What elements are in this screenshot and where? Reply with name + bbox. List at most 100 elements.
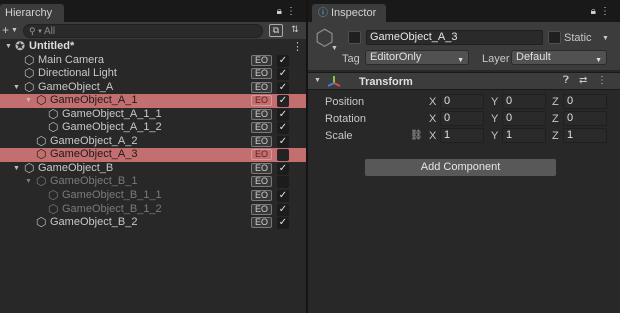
- hierarchy-row-label: GameObject_A: [38, 80, 114, 93]
- object-name-field[interactable]: GameObject_A_3: [366, 30, 543, 45]
- add-component-button[interactable]: Add Component: [364, 158, 557, 177]
- active-toggle-checkbox[interactable]: ✓: [277, 135, 289, 148]
- active-toggle-checkbox[interactable]: ✓: [277, 95, 289, 108]
- editor-only-badge[interactable]: EO: [251, 54, 272, 66]
- active-toggle-checkbox[interactable]: ✓: [277, 190, 289, 202]
- position-y-field[interactable]: 0: [502, 94, 546, 109]
- cube-icon: ⬡: [48, 188, 59, 202]
- rotation-x-field[interactable]: 0: [440, 111, 484, 126]
- kebab-menu-icon[interactable]: ⋮: [292, 40, 303, 53]
- editor-only-badge[interactable]: EO: [251, 135, 272, 147]
- tag-dropdown[interactable]: EditorOnly ▼: [365, 50, 469, 65]
- hierarchy-row[interactable]: ⬡ Main Camera EO ✓: [0, 53, 306, 68]
- active-toggle-checkbox[interactable]: ✓: [277, 162, 289, 175]
- editor-only-badge[interactable]: EO: [251, 122, 272, 134]
- chevron-down-icon[interactable]: ▼: [314, 77, 321, 84]
- chevron-down-icon[interactable]: ▼: [13, 165, 20, 172]
- hierarchy-row-label: GameObject_A_1_2: [62, 121, 162, 134]
- search-input[interactable]: [44, 25, 254, 37]
- active-toggle-checkbox[interactable]: ✓: [277, 81, 289, 94]
- hierarchy-row-label: Main Camera: [38, 53, 105, 66]
- static-checkbox[interactable]: [548, 31, 561, 44]
- hierarchy-row[interactable]: ⬡ GameObject_B_1_2 EO ✓: [0, 201, 306, 217]
- hierarchy-row[interactable]: ⬡ GameObject_B_1_1 EO ✓: [0, 189, 306, 203]
- active-toggle-checkbox[interactable]: [277, 176, 289, 189]
- active-toggle-checkbox[interactable]: ✓: [277, 68, 289, 81]
- chevron-down-icon[interactable]: ▼: [5, 43, 12, 50]
- create-plus-icon[interactable]: +: [2, 23, 9, 37]
- presets-icon[interactable]: ⇄: [579, 75, 587, 86]
- hierarchy-panel: Hierarchy 🔒︎⋮ + ▼ ⚲ ▼ ⧉ ⇅ ▼ ✪ Untitled* …: [0, 0, 306, 313]
- editor-only-badge[interactable]: EO: [251, 149, 272, 161]
- chevron-down-icon[interactable]: ▼: [13, 84, 20, 91]
- editor-only-badge[interactable]: EO: [251, 95, 272, 107]
- help-icon[interactable]: ❓︎: [563, 75, 569, 86]
- editor-only-badge[interactable]: EO: [251, 190, 272, 201]
- scene-visibility-icon[interactable]: ⧉: [269, 24, 283, 37]
- rotation-z-field[interactable]: 0: [563, 111, 607, 126]
- hierarchy-row[interactable]: ▼ ⬡ GameObject_B_1 EO: [0, 175, 306, 189]
- chevron-down-icon[interactable]: ▼: [602, 35, 609, 42]
- editor-only-badge[interactable]: EO: [251, 162, 272, 174]
- constrain-proportions-icon[interactable]: ⛓︎: [410, 130, 423, 141]
- hierarchy-row[interactable]: ⬡ GameObject_A_1_1 EO ✓: [0, 107, 306, 122]
- kebab-menu-icon[interactable]: ⋮: [600, 6, 614, 17]
- scene-row[interactable]: ▼ ✪ Untitled* ⋮: [0, 40, 306, 54]
- transform-axis-icon: [327, 76, 341, 87]
- cube-icon: ⬡: [24, 160, 35, 175]
- hierarchy-row[interactable]: ⬡ GameObject_A_2 EO ✓: [0, 134, 306, 149]
- search-field: ⚲ ▼: [23, 24, 263, 38]
- active-toggle-checkbox[interactable]: ✓: [277, 203, 289, 216]
- active-checkbox[interactable]: [348, 31, 361, 44]
- hierarchy-row[interactable]: ▼ ⬡ GameObject_B EO ✓: [0, 160, 306, 176]
- search-icon[interactable]: ⚲: [29, 26, 36, 37]
- hierarchy-row[interactable]: ⬡ Directional Light EO ✓: [0, 67, 306, 81]
- inspector-panel: ⓘ Inspector 🔒︎⋮ ⬡ ▼ GameObject_A_3 Static…: [308, 0, 620, 313]
- cube-icon: ⬡: [48, 201, 59, 216]
- layer-value: Default: [516, 51, 551, 63]
- kebab-menu-icon[interactable]: ⋮: [597, 75, 607, 86]
- active-toggle-checkbox[interactable]: ✓: [277, 54, 289, 67]
- axis-x-label: X: [429, 113, 437, 125]
- tab-inspector[interactable]: ⓘ Inspector: [312, 4, 386, 22]
- active-toggle-checkbox[interactable]: [277, 149, 289, 162]
- hierarchy-row[interactable]: ⬡ GameObject_A_3 EO: [0, 148, 306, 162]
- layer-dropdown[interactable]: Default ▼: [511, 50, 607, 65]
- transform-component-header[interactable]: ▼ Transform ❓︎ ⇄ ⋮: [308, 72, 620, 90]
- chevron-down-icon[interactable]: ▼: [37, 29, 43, 35]
- editor-only-badge[interactable]: EO: [251, 108, 272, 120]
- editor-only-badge[interactable]: EO: [251, 176, 272, 188]
- chevron-down-icon[interactable]: ▼: [11, 27, 18, 34]
- hierarchy-row[interactable]: ⬡ GameObject_A_1_2 EO ✓: [0, 121, 306, 135]
- position-z-field[interactable]: 0: [563, 94, 607, 109]
- cube-icon: ⬡: [48, 120, 59, 135]
- active-toggle-checkbox[interactable]: ✓: [277, 108, 289, 121]
- lock-icon[interactable]: 🔒︎: [591, 6, 600, 17]
- chevron-down-icon[interactable]: ▼: [25, 178, 32, 185]
- scale-y-field[interactable]: 1: [502, 128, 546, 143]
- hierarchy-row-label: Directional Light: [38, 67, 117, 80]
- cube-icon: ⬡: [36, 147, 47, 162]
- editor-only-badge[interactable]: EO: [251, 203, 272, 215]
- rotation-y-field[interactable]: 0: [502, 111, 546, 126]
- axis-y-label: Y: [491, 96, 499, 108]
- active-toggle-checkbox[interactable]: ✓: [277, 217, 289, 230]
- editor-only-badge[interactable]: EO: [251, 81, 272, 93]
- sort-icon[interactable]: ⇅: [288, 24, 302, 37]
- position-x-field[interactable]: 0: [440, 94, 484, 109]
- active-toggle-checkbox[interactable]: ✓: [277, 122, 289, 135]
- hierarchy-row-label: GameObject_B: [38, 161, 114, 174]
- lock-icon[interactable]: 🔒︎: [277, 6, 286, 17]
- editor-only-badge[interactable]: EO: [251, 217, 272, 229]
- hierarchy-row[interactable]: ⬡ GameObject_B_2 EO ✓: [0, 216, 306, 230]
- tab-hierarchy[interactable]: Hierarchy: [0, 4, 64, 22]
- hierarchy-row[interactable]: ▼ ⬡ GameObject_A EO ✓: [0, 80, 306, 95]
- chevron-down-icon[interactable]: ▼: [25, 97, 32, 104]
- scale-z-field[interactable]: 1: [563, 128, 607, 143]
- scale-x-field[interactable]: 1: [440, 128, 484, 143]
- kebab-menu-icon[interactable]: ⋮: [286, 6, 300, 17]
- chevron-down-icon[interactable]: ▼: [331, 45, 338, 52]
- axis-y-label: Y: [491, 113, 499, 125]
- hierarchy-row[interactable]: ▼ ⬡ GameObject_A_1 EO ✓: [0, 94, 306, 108]
- editor-only-badge[interactable]: EO: [251, 68, 272, 80]
